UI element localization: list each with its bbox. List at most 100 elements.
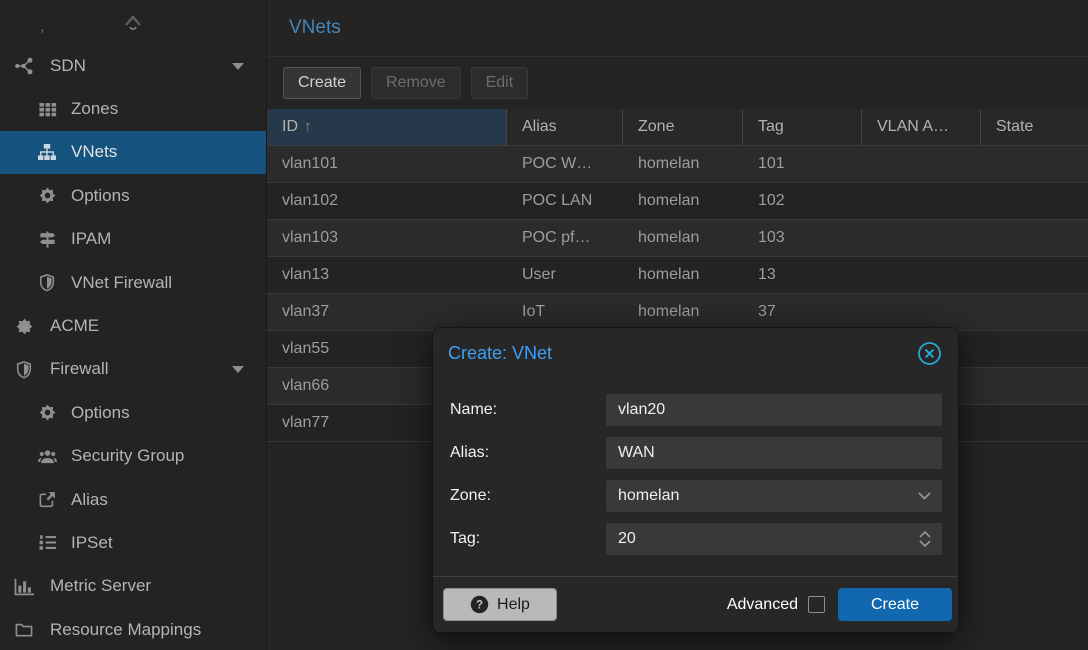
table-row[interactable]: vlan102 POC LAN homelan 102 (267, 183, 1088, 220)
cell-vlanaware (862, 294, 981, 330)
zone-label: Zone: (450, 487, 606, 505)
sidebar-item-firewall-options[interactable]: Options (0, 391, 266, 434)
cell-zone: homelan (623, 146, 743, 182)
sidebar-item-label: VNets (71, 142, 117, 162)
sidebar-item-metric-server[interactable]: Metric Server (0, 565, 266, 608)
column-header-state[interactable]: State (981, 109, 1088, 145)
zone-select[interactable]: homelan (606, 480, 942, 512)
sidebar-item-label: IPSet (71, 533, 113, 553)
sidebar-item-label: Alias (71, 490, 108, 510)
tag-field-row: Tag: (450, 523, 942, 555)
tag-input[interactable] (606, 523, 942, 555)
cell-tag: 103 (743, 220, 862, 256)
sidebar-item-zones[interactable]: Zones (0, 87, 266, 130)
cell-id: vlan13 (267, 257, 507, 293)
sidebar-item-security-group[interactable]: Security Group (0, 435, 266, 478)
help-button[interactable]: ? Help (443, 588, 557, 621)
remove-button[interactable]: Remove (371, 67, 461, 99)
certificate-icon (13, 317, 35, 336)
toolbar: Create Remove Edit (267, 57, 1088, 109)
sidebar-item-ipset[interactable]: IPSet (0, 521, 266, 564)
chevron-down-icon[interactable] (918, 492, 931, 500)
sidebar-item-label: Security Group (71, 446, 184, 466)
sidebar-item-firewall[interactable]: Firewall (0, 348, 266, 391)
cell-state (981, 220, 1088, 256)
create-vnet-dialog: Create: VNet Name: Alias: Zone: homelan (433, 328, 958, 632)
column-header-zone[interactable]: Zone (623, 109, 743, 145)
cell-tag: 13 (743, 257, 862, 293)
column-header-tag[interactable]: Tag (743, 109, 862, 145)
dialog-create-button[interactable]: Create (838, 588, 952, 621)
cell-vlanaware (862, 183, 981, 219)
sidebar-item-alias[interactable]: Alias (0, 478, 266, 521)
collapse-caret-icon[interactable] (232, 63, 244, 70)
cell-alias: POC LAN (507, 183, 623, 219)
column-header-vlanaware[interactable]: VLAN A… (862, 109, 981, 145)
column-header-alias[interactable]: Alias (507, 109, 623, 145)
sidebar-item-vnet-firewall[interactable]: VNet Firewall (0, 261, 266, 304)
table-row[interactable]: vlan101 POC W… homelan 101 (267, 146, 1088, 183)
name-input[interactable] (606, 394, 942, 426)
table-row[interactable]: vlan13 User homelan 13 (267, 257, 1088, 294)
cell-alias: POC pf… (507, 220, 623, 256)
sidebar-item-sdn[interactable]: SDN (0, 44, 266, 87)
cell-id: vlan102 (267, 183, 507, 219)
cell-id: vlan101 (267, 146, 507, 182)
cell-id: vlan37 (267, 294, 507, 330)
shield-icon (36, 273, 58, 292)
create-button[interactable]: Create (283, 67, 361, 99)
page-title: VNets (289, 17, 341, 39)
gear-icon (36, 186, 58, 205)
sidebar-item-resource-mappings[interactable]: Resource Mappings (0, 608, 266, 650)
sidebar-item-label: Firewall (50, 359, 109, 379)
number-spinner-icons[interactable] (919, 531, 931, 547)
shield-icon (13, 360, 35, 379)
cell-vlanaware (862, 146, 981, 182)
dialog-body: Name: Alias: Zone: homelan Tag: (433, 378, 958, 576)
column-header-id[interactable]: ID↑ (267, 109, 507, 145)
chevron-up-icon (120, 12, 146, 32)
collapse-caret-icon[interactable] (232, 366, 244, 373)
cell-zone: homelan (623, 183, 743, 219)
tag-label: Tag: (450, 530, 606, 548)
cell-alias: IoT (507, 294, 623, 330)
nav-scroll-up[interactable]: , (0, 0, 266, 44)
sidebar-item-label: Resource Mappings (50, 620, 201, 640)
question-circle-icon: ? (470, 595, 489, 614)
cell-state (981, 331, 1088, 367)
close-icon[interactable] (916, 340, 943, 367)
help-button-label: Help (497, 596, 530, 614)
advanced-checkbox[interactable] (808, 596, 825, 613)
external-link-icon (36, 490, 58, 509)
alias-input[interactable] (606, 437, 942, 469)
sidebar-nav: , SDN (0, 0, 267, 650)
sdn-nodes-icon (13, 56, 35, 76)
dialog-header[interactable]: Create: VNet (433, 328, 958, 378)
alias-field-row: Alias: (450, 437, 942, 469)
sidebar-item-vnets[interactable]: VNets (0, 131, 266, 174)
cell-zone: homelan (623, 257, 743, 293)
list-ol-icon (36, 533, 58, 552)
sidebar-item-sdn-options[interactable]: Options (0, 174, 266, 217)
advanced-label: Advanced (727, 596, 798, 614)
zone-select-value: homelan (618, 487, 679, 505)
folder-icon (13, 620, 35, 639)
sidebar-item-label: SDN (50, 56, 86, 76)
sidebar-item-label: Zones (71, 99, 118, 119)
sitemap-icon (36, 142, 58, 162)
sort-asc-icon: ↑ (304, 118, 312, 135)
table-row[interactable]: vlan103 POC pf… homelan 103 (267, 220, 1088, 257)
bar-chart-icon (13, 577, 35, 596)
edit-button[interactable]: Edit (471, 67, 529, 99)
cell-tag: 37 (743, 294, 862, 330)
sidebar-item-ipam[interactable]: IPAM (0, 218, 266, 261)
sidebar-item-label: Options (71, 403, 130, 423)
cell-alias: User (507, 257, 623, 293)
cell-state (981, 146, 1088, 182)
sidebar-item-label: Metric Server (50, 576, 151, 596)
users-icon (36, 447, 58, 466)
dialog-title: Create: VNet (448, 343, 916, 364)
table-row[interactable]: vlan37 IoT homelan 37 (267, 294, 1088, 331)
sidebar-item-acme[interactable]: ACME (0, 304, 266, 347)
cell-id: vlan103 (267, 220, 507, 256)
